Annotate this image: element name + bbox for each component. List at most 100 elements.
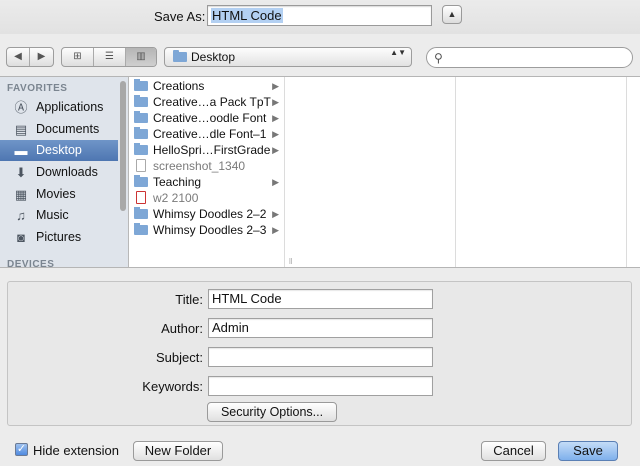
title-field[interactable]: HTML Code (208, 289, 433, 309)
document-icon (136, 159, 146, 172)
keywords-label: Keywords: (142, 379, 203, 394)
location-popup[interactable]: Desktop ▲▼ (164, 47, 412, 67)
sidebar-item-label: Movies (36, 187, 76, 201)
location-label: Desktop (191, 50, 236, 64)
folder-icon (134, 223, 148, 235)
sidebar-item-pictures[interactable]: ◙ Pictures (0, 227, 118, 248)
list-view-button[interactable]: ☰ (94, 48, 126, 66)
search-field[interactable]: ⚲ (426, 47, 633, 68)
list-item[interactable]: HelloSpri…FirstGrade ▶ (130, 142, 284, 158)
folder-icon (134, 143, 148, 155)
favorites-heading: FAVORITES (7, 83, 68, 94)
save-as-label: Save As: (154, 9, 206, 24)
sidebar-item-desktop[interactable]: ▬ Desktop (0, 140, 118, 161)
view-mode-buttons: ⊞ ☰ ▥ (61, 47, 157, 67)
folder-icon (134, 175, 148, 187)
devices-heading: DEVICES (7, 259, 55, 267)
folder-icon (134, 207, 148, 219)
title-label: Title: (175, 292, 203, 307)
chevron-right-icon: ▶ (272, 209, 279, 219)
file-column: Creations ▶ Creative…a Pack TpT ▶ Creative… (130, 77, 285, 267)
sidebar-item-applications[interactable]: Ⓐ Applications (0, 97, 118, 118)
music-icon: ♫ (16, 208, 26, 223)
folder-icon (134, 79, 148, 91)
sidebar-scrollbar[interactable] (120, 81, 126, 211)
list-item[interactable]: Whimsy Doodles 2–2 ▶ (130, 206, 284, 222)
icon-view-button[interactable]: ⊞ (62, 48, 94, 66)
subject-field[interactable] (208, 347, 433, 367)
list-item[interactable]: Creative…dle Font–1 ▶ (130, 126, 284, 142)
empty-column (457, 77, 627, 267)
save-button[interactable]: Save (558, 441, 618, 461)
dialog-footer: ✓ Hide extension New Folder Cancel Save (0, 430, 640, 466)
file-browser: FAVORITES Ⓐ Applications ▤ Documents ▬ D… (0, 76, 640, 268)
security-options-button[interactable]: Security Options... (207, 402, 337, 422)
pictures-icon: ◙ (17, 230, 25, 245)
save-as-bar: Save As: HTML Code ▲ (0, 0, 640, 34)
file-name: Creations (153, 79, 205, 93)
sidebar-item-label: Music (36, 208, 69, 222)
new-folder-button[interactable]: New Folder (133, 441, 223, 461)
folder-icon (134, 95, 148, 107)
movies-icon: ▦ (14, 187, 28, 202)
column-resize-handle[interactable]: ll (289, 257, 293, 266)
hide-extension-checkbox[interactable]: ✓ (15, 443, 28, 456)
author-field[interactable]: Admin (208, 318, 433, 338)
back-button[interactable]: ◀ (7, 48, 30, 66)
search-icon: ⚲ (434, 51, 443, 65)
documents-icon: ▤ (14, 122, 28, 137)
column-view-button[interactable]: ▥ (126, 48, 156, 66)
file-name: Creative…oodle Font (153, 111, 267, 125)
sidebar-item-documents[interactable]: ▤ Documents (0, 119, 118, 140)
collapse-toggle-button[interactable]: ▲ (442, 5, 462, 24)
subject-label: Subject: (156, 350, 203, 365)
chevron-right-icon: ▶ (272, 177, 279, 187)
pdf-icon (136, 191, 146, 204)
sidebar: FAVORITES Ⓐ Applications ▤ Documents ▬ D… (0, 77, 129, 267)
popup-arrows-icon: ▲▼ (390, 48, 406, 57)
file-name: Creative…dle Font–1 (153, 127, 267, 141)
list-item[interactable]: Teaching ▶ (130, 174, 284, 190)
file-name: Teaching (153, 175, 202, 189)
list-item[interactable]: Whimsy Doodles 2–3 ▶ (130, 222, 284, 238)
sidebar-item-movies[interactable]: ▦ Movies (0, 184, 118, 205)
downloads-icon: ⬇ (15, 165, 27, 180)
sidebar-item-label: Downloads (36, 165, 98, 179)
list-item[interactable]: Creative…oodle Font ▶ (130, 110, 284, 126)
nav-buttons: ◀ ▶ (6, 47, 54, 67)
file-name: Creative…a Pack TpT (153, 95, 271, 109)
sidebar-item-label: Documents (36, 122, 100, 136)
list-item[interactable]: Creative…a Pack TpT ▶ (130, 94, 284, 110)
file-name: screenshot_1340 (153, 159, 246, 173)
applications-icon: Ⓐ (14, 100, 28, 115)
document-properties-panel: Title: HTML Code Author: Admin Subject: … (7, 281, 632, 426)
chevron-right-icon: ▶ (272, 225, 279, 235)
save-as-value: HTML Code (211, 8, 283, 23)
file-name: Whimsy Doodles 2–3 (153, 223, 267, 237)
list-item[interactable]: Creations ▶ (130, 78, 284, 94)
cancel-button[interactable]: Cancel (481, 441, 546, 461)
forward-button[interactable]: ▶ (30, 48, 53, 66)
hide-extension-label: Hide extension (33, 443, 119, 458)
sidebar-item-label: Applications (36, 100, 104, 114)
browser-toolbar: ◀ ▶ ⊞ ☰ ▥ Desktop ▲▼ ⚲ (0, 40, 640, 74)
list-item[interactable]: w2 2100 (130, 190, 284, 206)
author-label: Author: (161, 321, 203, 336)
sidebar-item-downloads[interactable]: ⬇ Downloads (0, 162, 118, 183)
sidebar-item-label: Pictures (36, 230, 82, 244)
folder-icon (134, 127, 148, 139)
folder-icon (173, 50, 187, 62)
file-name: w2 2100 (153, 191, 199, 205)
desktop-icon: ▬ (14, 143, 28, 158)
chevron-right-icon: ▶ (272, 97, 279, 107)
folder-icon (134, 111, 148, 123)
file-name: Whimsy Doodles 2–2 (153, 207, 267, 221)
sidebar-item-music[interactable]: ♫ Music (0, 205, 118, 226)
keywords-field[interactable] (208, 376, 433, 396)
save-as-input[interactable]: HTML Code (207, 5, 432, 26)
chevron-right-icon: ▶ (272, 145, 279, 155)
chevron-right-icon: ▶ (272, 129, 279, 139)
empty-column (296, 77, 456, 267)
list-item[interactable]: screenshot_1340 (130, 158, 284, 174)
chevron-right-icon: ▶ (272, 113, 279, 123)
